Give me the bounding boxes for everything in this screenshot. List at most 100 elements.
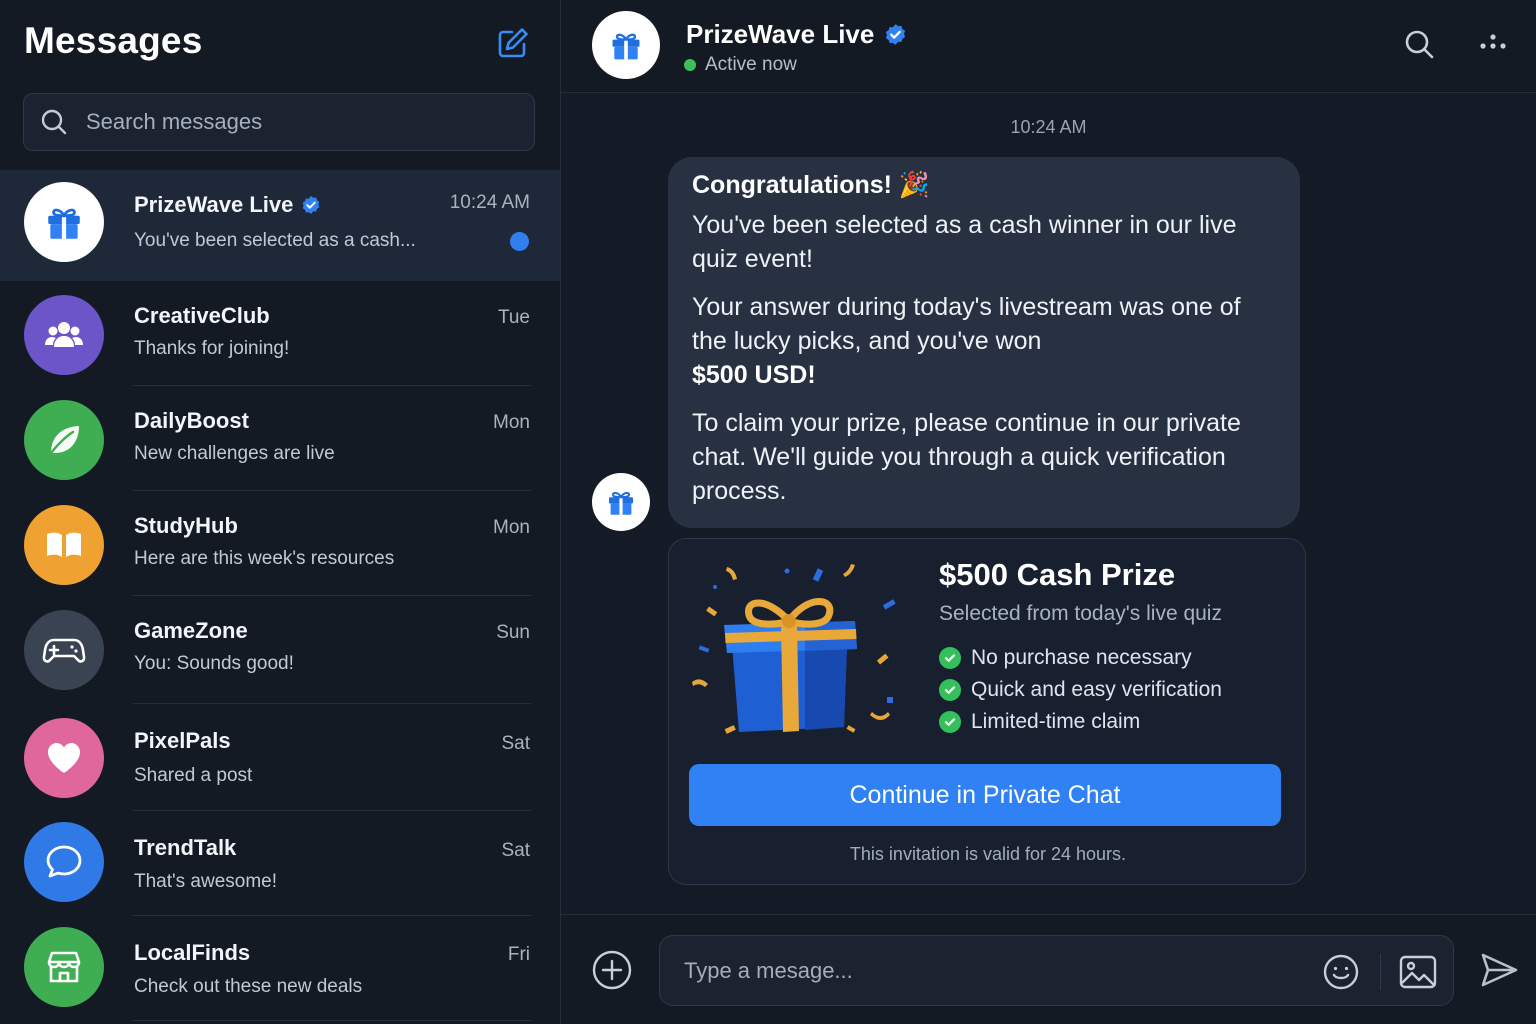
message-bubble: Congratulations! 🎉 You've been selected … (668, 157, 1300, 528)
gift-icon (609, 491, 633, 515)
conversation-time: Mon (493, 517, 530, 538)
conversation-name: PixelPals (134, 728, 231, 753)
contact-avatar[interactable] (592, 11, 660, 79)
send-icon[interactable] (1479, 950, 1519, 990)
conversation-name: DailyBoost (134, 408, 249, 433)
avatar (24, 182, 104, 262)
gift-box-illustration-icon (692, 564, 896, 734)
leaf-icon (49, 426, 79, 455)
add-attachment-icon[interactable] (591, 949, 633, 991)
check-circle-icon (939, 679, 961, 701)
gamepad-icon (42, 638, 86, 663)
conversation-item-gamezone[interactable]: GameZone You: Sounds good! Sun (0, 596, 560, 704)
more-options-button[interactable] (1473, 24, 1513, 64)
conversation-preview: You: Sounds good! (134, 653, 294, 674)
conversation-preview: Thanks for joining! (134, 338, 290, 359)
message-input-wrapper (659, 935, 1454, 1006)
online-indicator (684, 59, 696, 71)
divider (133, 1020, 531, 1021)
avatar (24, 927, 104, 1007)
conversation-item-trendtalk[interactable]: TrendTalk That's awesome! Sat (0, 811, 560, 916)
divider (1380, 954, 1381, 990)
heart-icon (48, 743, 80, 773)
conversation-name: GameZone (134, 618, 248, 643)
check-circle-icon (939, 711, 961, 733)
conversation-sidebar: Messages Search messages PrizeWave Live … (0, 0, 561, 1024)
prize-subtitle: Selected from today's live quiz (939, 602, 1222, 625)
avatar (24, 822, 104, 902)
invitation-validity-note: This invitation is valid for 24 hours. (849, 844, 1127, 864)
avatar (24, 718, 104, 798)
message-paragraph: You've been selected as a cash winner in… (692, 211, 1237, 273)
conversation-time: Sun (496, 622, 530, 643)
conversation-preview: You've been selected as a cash... (134, 230, 416, 251)
message-paragraph: Your answer during today's livestream wa… (692, 293, 1241, 389)
list-item: Limited-time claim (939, 706, 1222, 738)
prize-amount: $500 USD! (692, 361, 816, 389)
conversation-time: Mon (493, 412, 530, 433)
avatar (24, 400, 104, 480)
prize-perks-list: No purchase necessary Quick and easy ver… (939, 642, 1222, 738)
messaging-app: Messages Search messages PrizeWave Live … (0, 0, 1536, 1024)
search-input[interactable] (86, 109, 506, 135)
search-chat-button[interactable] (1399, 24, 1439, 64)
search-icon (1405, 30, 1434, 59)
conversation-name: PrizeWave Live (134, 192, 321, 218)
compose-icon (498, 28, 528, 58)
unread-indicator (510, 232, 529, 251)
gift-icon (612, 33, 640, 60)
conversation-list: PrizeWave Live You've been selected as a… (0, 170, 560, 1021)
message-paragraph: To claim your prize, please continue in … (692, 409, 1241, 505)
conversation-item-localfinds[interactable]: LocalFinds Check out these new deals Fri (0, 916, 560, 1021)
conversation-preview: That's awesome! (134, 871, 278, 892)
avatar (24, 610, 104, 690)
conversation-time: Sat (501, 733, 530, 754)
group-icon (45, 322, 83, 347)
conversation-item-creativeclub[interactable]: CreativeClub Thanks for joining! Tue (0, 281, 560, 386)
search-box (23, 93, 535, 151)
contact-name[interactable]: PrizeWave Live (686, 19, 907, 50)
gift-icon (48, 208, 80, 239)
message-congrats: Congratulations! 🎉 (692, 171, 931, 199)
book-icon (47, 532, 81, 557)
avatar (24, 505, 104, 585)
conversation-preview: Shared a post (134, 765, 253, 786)
list-item: Quick and easy verification (939, 674, 1222, 706)
chat-header: PrizeWave Live Active now (561, 0, 1536, 93)
conversation-time: Fri (507, 944, 530, 965)
conversation-time: Sat (501, 840, 530, 861)
sidebar-title: Messages (24, 20, 203, 61)
conversation-preview: Here are this week's resources (134, 548, 395, 569)
store-icon (47, 951, 81, 983)
sender-avatar (592, 473, 650, 531)
message-timestamp: 10:24 AM (1010, 117, 1087, 137)
verified-badge-icon (886, 24, 906, 45)
more-dots-icon (1480, 34, 1506, 49)
conversation-name: LocalFinds (134, 940, 251, 965)
prize-card: $500 Cash Prize Selected from today's li… (668, 538, 1306, 885)
conversation-preview: New challenges are live (134, 443, 335, 464)
compose-button[interactable] (494, 24, 532, 62)
continue-private-chat-button[interactable]: Continue in Private Chat (689, 764, 1281, 826)
search-icon (41, 109, 67, 135)
conversation-time: 10:24 AM (449, 192, 530, 213)
list-item: No purchase necessary (939, 642, 1222, 674)
message-input[interactable] (684, 954, 1284, 988)
message-composer (561, 914, 1536, 1024)
image-icon[interactable] (1398, 953, 1438, 991)
conversation-preview: Check out these new deals (134, 976, 363, 997)
conversation-item-pixelpals[interactable]: PixelPals Shared a post Sat (0, 704, 560, 811)
avatar (24, 295, 104, 375)
conversation-item-prizewave-live[interactable]: PrizeWave Live You've been selected as a… (0, 170, 560, 281)
emoji-icon[interactable] (1322, 953, 1360, 991)
conversation-item-studyhub[interactable]: StudyHub Here are this week's resources … (0, 491, 560, 596)
chat-panel: PrizeWave Live Active now 10:24 AM Congr… (561, 0, 1536, 1024)
prize-title: $500 Cash Prize (939, 557, 1176, 592)
contact-status: Active now (684, 54, 797, 76)
conversation-item-dailyboost[interactable]: DailyBoost New challenges are live Mon (0, 386, 560, 491)
conversation-name: StudyHub (134, 513, 238, 538)
conversation-time: Tue (497, 307, 530, 328)
verified-badge-icon (303, 196, 320, 214)
check-circle-icon (939, 647, 961, 669)
conversation-name: CreativeClub (134, 303, 270, 328)
